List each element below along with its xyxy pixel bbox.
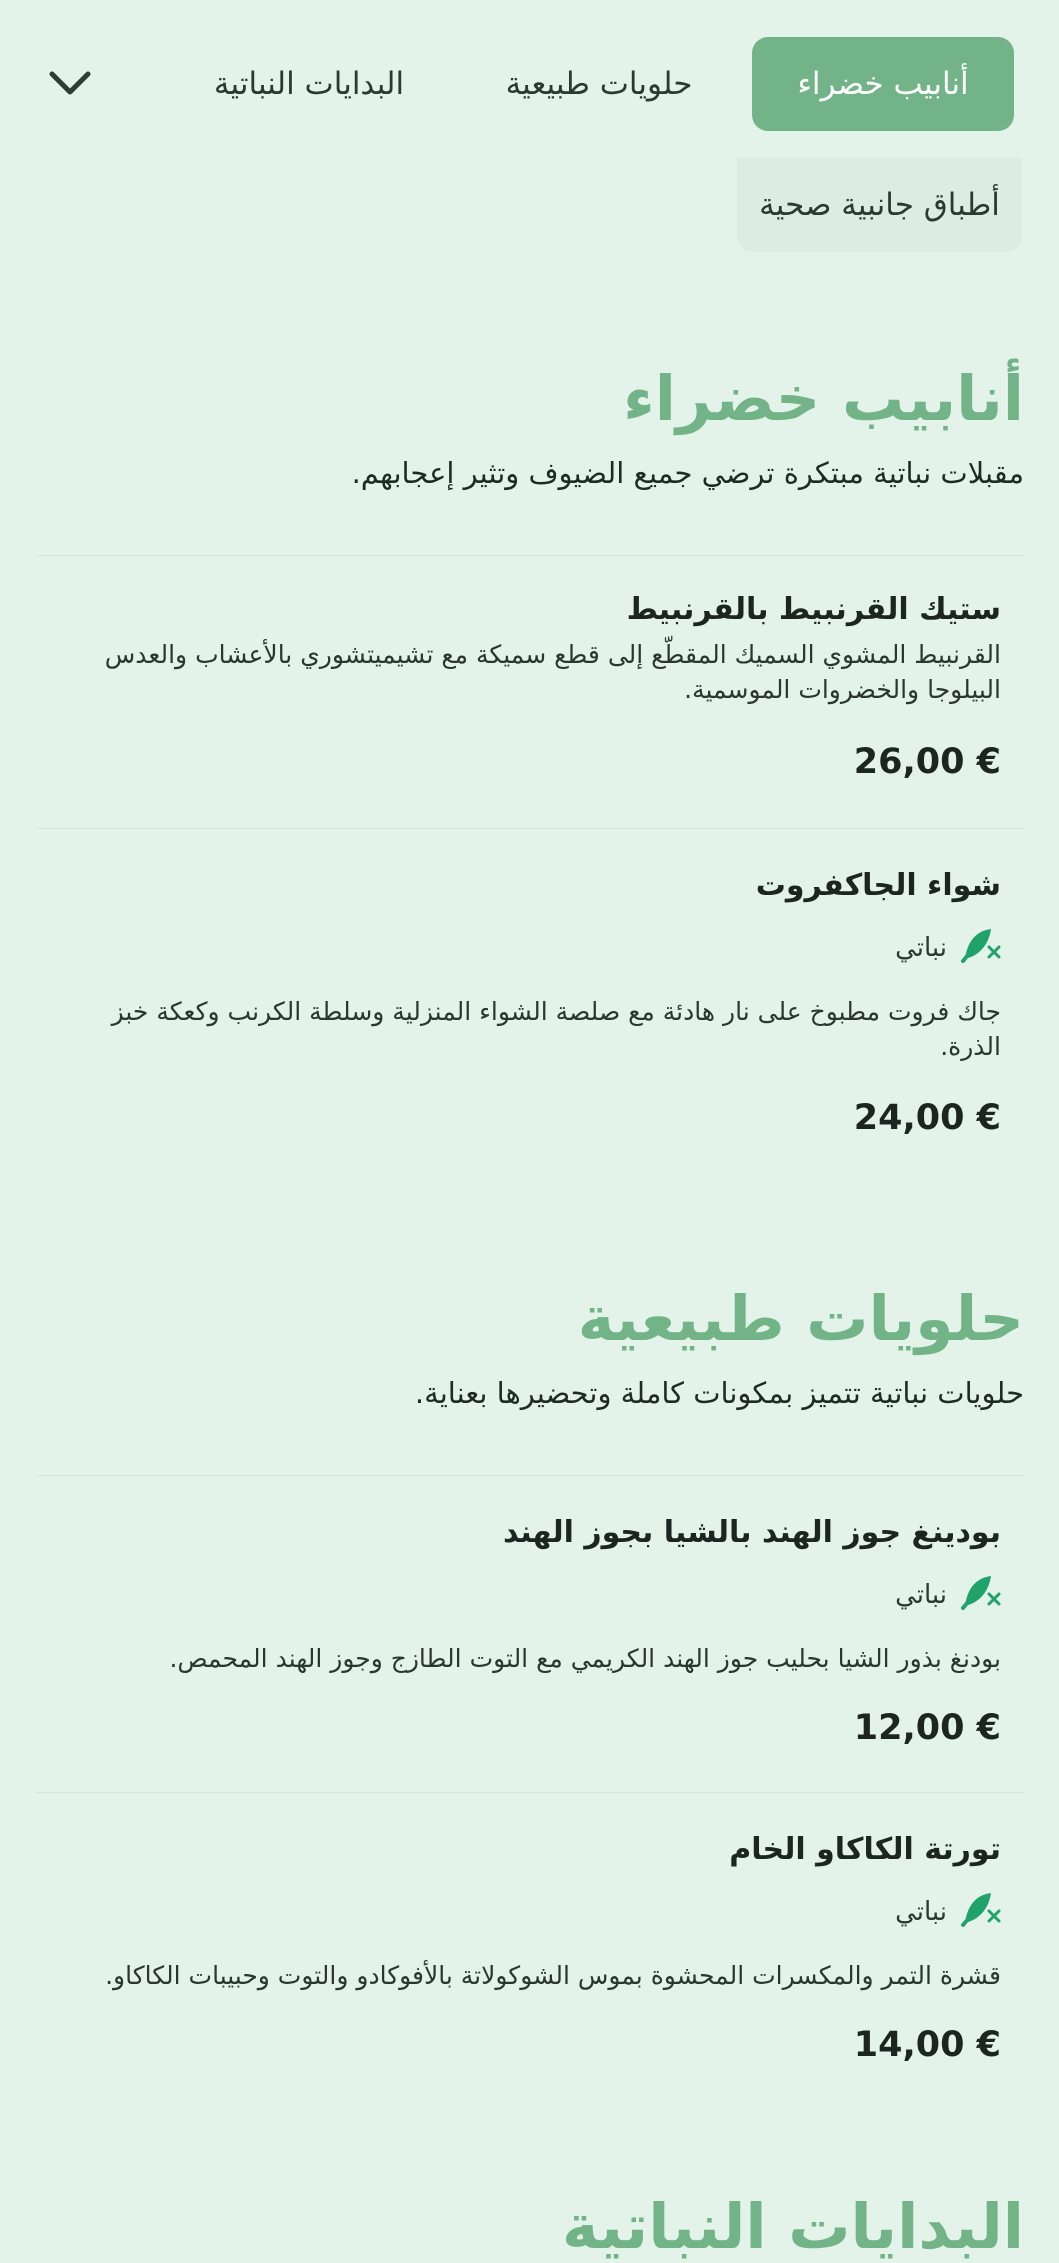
- category-nav: أنابيب خضراء حلويات طبيعية البدايات النب…: [0, 0, 1059, 168]
- section-title-green-tubes: أنابيب خضراء: [623, 362, 1024, 435]
- nav-scroll-fade: [100, 30, 180, 140]
- item-price: 24,00 €: [853, 1098, 1001, 1138]
- item-description: بودنغ بذور الشيا بحليب جوز الهند الكريمي…: [169, 1644, 1001, 1673]
- leaf-crossed-icon: [959, 925, 1001, 970]
- item-name: بودينغ جوز الهند بالشيا بجوز الهند: [502, 1515, 1001, 1550]
- menu-item[interactable]: شواء الجاكفروت نباتي جاك فروت مطبوخ على …: [51, 868, 1001, 1148]
- tab-healthy-sides[interactable]: أطباق جانبية صحية: [737, 158, 1022, 252]
- menu-item[interactable]: بودينغ جوز الهند بالشيا بجوز الهند نباتي…: [51, 1515, 1001, 1755]
- vegan-badge: نباتي: [51, 1889, 1001, 1934]
- item-name: ستيك القرنبيط بالقرنبيط: [626, 592, 1001, 627]
- item-description: جاك فروت مطبوخ على نار هادئة مع صلصة الش…: [111, 997, 1001, 1061]
- item-name: شواء الجاكفروت: [755, 868, 1001, 903]
- expand-categories-button[interactable]: [40, 55, 100, 115]
- divider: [35, 555, 1024, 556]
- divider: [35, 828, 1024, 829]
- section-description: حلويات نباتية تتميز بمكونات كاملة وتحضير…: [414, 1376, 1024, 1410]
- vegan-badge: نباتي: [51, 1572, 1001, 1617]
- item-description: قشرة التمر والمكسرات المحشوة بموس الشوكو…: [105, 1961, 1001, 1990]
- item-price: 12,00 €: [853, 1708, 1001, 1748]
- item-price: 14,00 €: [853, 2025, 1001, 2065]
- tab-vegan-starters[interactable]: البدايات النباتية: [179, 37, 439, 131]
- item-price: 26,00 €: [853, 742, 1001, 782]
- section-title-natural-desserts: حلويات طبيعية: [577, 1282, 1024, 1355]
- item-name: تورتة الكاكاو الخام: [729, 1832, 1001, 1867]
- tab-natural-desserts[interactable]: حلويات طبيعية: [484, 37, 714, 131]
- vegan-badge: نباتي: [51, 925, 1001, 970]
- divider: [35, 1475, 1024, 1476]
- leaf-crossed-icon: [959, 1572, 1001, 1617]
- badge-label: نباتي: [895, 1896, 947, 1927]
- section-title-vegan-starters: البدايات النباتية: [562, 2190, 1024, 2263]
- divider: [35, 1792, 1024, 1793]
- leaf-crossed-icon: [959, 1889, 1001, 1934]
- chevron-down-icon: [48, 68, 92, 102]
- menu-item[interactable]: ستيك القرنبيط بالقرنبيط القرنبيط المشوي …: [51, 592, 1001, 792]
- badge-label: نباتي: [895, 1579, 947, 1610]
- section-description: مقبلات نباتية مبتكرة ترضي جميع الضيوف وت…: [351, 456, 1024, 490]
- tab-green-tubes[interactable]: أنابيب خضراء: [752, 37, 1014, 131]
- badge-label: نباتي: [895, 932, 947, 963]
- menu-item[interactable]: تورتة الكاكاو الخام نباتي قشرة التمر وال…: [51, 1832, 1001, 2072]
- item-description: القرنبيط المشوي السميك المقطّع إلى قطع س…: [104, 640, 1001, 704]
